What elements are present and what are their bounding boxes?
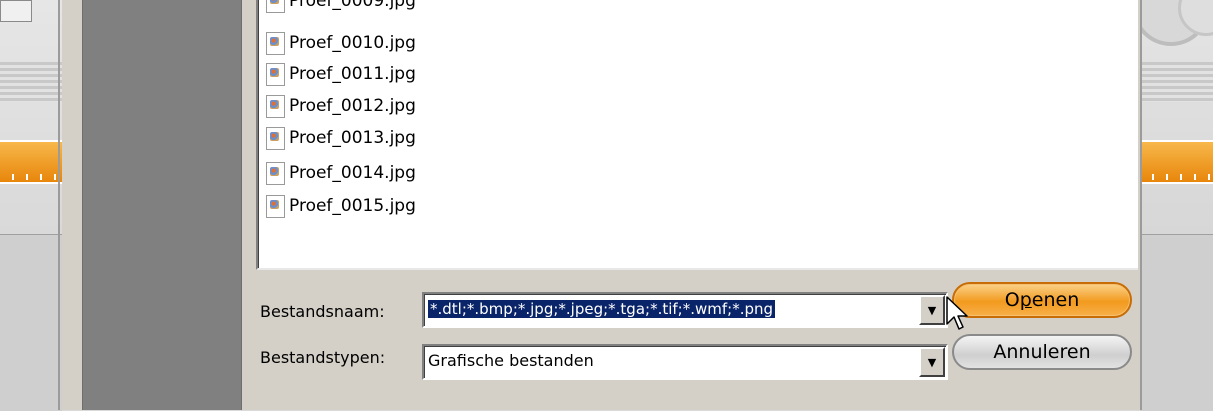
file-item[interactable]: Proef_0009.jpg: [266, 0, 416, 16]
filename-input[interactable]: *.dtl;*.bmp;*.jpg;*.jpeg;*.tga;*.tif;*.w…: [428, 300, 776, 318]
filename-label: Bestandsnaam:: [260, 302, 385, 321]
background-lines: [1140, 62, 1213, 102]
file-item[interactable]: Proef_0014.jpg: [266, 158, 416, 188]
image-file-icon: [266, 0, 285, 13]
image-file-icon: [266, 194, 285, 218]
file-name: Proef_0009.jpg: [289, 0, 416, 11]
background-app-left: [0, 0, 63, 411]
filetype-label: Bestandstypen:: [260, 348, 386, 367]
file-item[interactable]: Proef_0015.jpg: [266, 191, 416, 221]
dropdown-arrow-icon[interactable]: ▼: [919, 347, 945, 377]
background-app-right: [1132, 0, 1213, 411]
dropdown-arrow-icon[interactable]: ▼: [919, 295, 945, 325]
background-panel: [0, 234, 62, 411]
background-divider: [1140, 0, 1142, 410]
filetype-value: Grafische bestanden: [428, 351, 594, 370]
background-frame: [0, 0, 32, 22]
background-ticks: [1140, 174, 1213, 180]
background-divider: [58, 0, 60, 410]
filetype-select[interactable]: Grafische bestanden ▼: [422, 344, 948, 380]
image-file-icon: [266, 126, 285, 150]
image-file-icon: [266, 62, 285, 86]
places-bar: [82, 0, 242, 410]
file-name: Proef_0013.jpg: [289, 128, 416, 148]
file-name: Proef_0010.jpg: [289, 33, 416, 53]
background-lines: [0, 62, 62, 102]
file-item[interactable]: Proef_0011.jpg: [266, 59, 416, 89]
background-panel: [1140, 234, 1213, 411]
file-item[interactable]: Proef_0013.jpg: [266, 123, 416, 153]
cancel-button[interactable]: Annuleren: [952, 334, 1132, 370]
file-item[interactable]: Proef_0012.jpg: [266, 91, 416, 121]
file-name: Proef_0011.jpg: [289, 64, 416, 84]
filename-combobox[interactable]: *.dtl;*.bmp;*.jpg;*.jpeg;*.tga;*.tif;*.w…: [422, 292, 948, 328]
file-item[interactable]: Proef_0010.jpg: [266, 28, 416, 58]
image-file-icon: [266, 161, 285, 185]
file-name: Proef_0014.jpg: [289, 163, 416, 183]
background-ticks: [0, 174, 62, 180]
image-file-icon: [266, 94, 285, 118]
open-file-dialog: Proef_0009.jpg Proef_0010.jpg Proef_0011…: [62, 0, 1140, 410]
file-list[interactable]: Proef_0009.jpg Proef_0010.jpg Proef_0011…: [256, 0, 1138, 270]
file-name: Proef_0012.jpg: [289, 96, 416, 116]
image-file-icon: [266, 31, 285, 55]
mouse-pointer-icon: [946, 296, 968, 330]
open-button[interactable]: Op enen: [952, 282, 1132, 318]
file-name: Proef_0015.jpg: [289, 196, 416, 216]
